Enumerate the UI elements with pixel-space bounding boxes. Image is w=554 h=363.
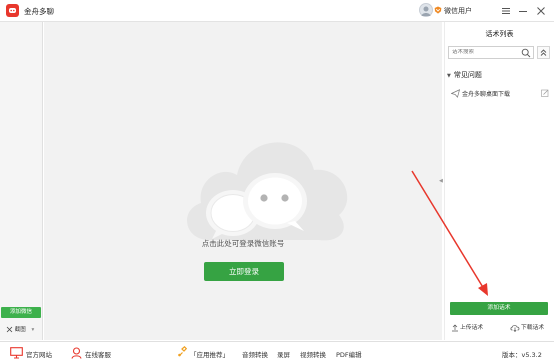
login-button[interactable]: 立即登录 (204, 262, 284, 281)
script-list-panel: 话术列表 ▼常见问题 金舟多聊桌面下载 添加话术 上传话术 下载话术 (445, 22, 554, 340)
screenshot-label: 截图 (14, 327, 26, 333)
cloud-chat-icon (187, 142, 348, 241)
search-icon[interactable] (521, 48, 531, 58)
online-support-link[interactable]: 在线客服 (85, 349, 111, 359)
add-wechat-button[interactable]: 添加微信 (1, 307, 41, 318)
menu-icon[interactable] (499, 4, 513, 18)
scissors-icon (6, 326, 13, 333)
collapse-all-button[interactable] (537, 46, 550, 59)
collapse-right-arrow-icon[interactable]: ◀ (439, 178, 443, 184)
vip-badge-icon (434, 6, 442, 14)
app-logo-icon (6, 4, 19, 17)
upload-script-button[interactable]: 上传话术 (451, 322, 483, 332)
script-search-input[interactable] (452, 49, 518, 55)
audio-convert-link[interactable]: 音频转换 (242, 349, 268, 359)
user-name[interactable]: 微信用户 (444, 6, 472, 16)
official-website-link[interactable]: 官方网站 (26, 349, 52, 359)
app-recommend-label: 「应用推荐」 (190, 351, 229, 359)
login-panel: 点击此处可登录微信账号 立即登录 (44, 22, 442, 340)
cloud-download-icon (510, 324, 520, 332)
user-avatar[interactable] (419, 3, 433, 17)
script-item-label: 金舟多聊桌面下载 (462, 91, 511, 98)
screenshot-button[interactable]: 截图 ▾ (6, 325, 34, 333)
title-bar: 金舟多聊 微信用户 (0, 0, 554, 22)
add-script-button[interactable]: 添加话术 (450, 302, 548, 315)
version-number: v5.3.2 (521, 351, 542, 359)
script-list-title: 话术列表 (485, 30, 514, 38)
script-search-box[interactable] (448, 46, 534, 59)
version-label: 版本： (502, 351, 522, 359)
account-list-panel (0, 22, 43, 340)
bottom-bar: 官方网站 在线客服 「应用推荐」 音频转换 录屏 视频转换 PDF编辑 版本：v… (0, 341, 554, 363)
video-convert-link[interactable]: 视频转换 (300, 349, 326, 359)
upload-label: 上传话术 (460, 325, 484, 331)
support-agent-icon (71, 347, 82, 359)
expand-arrow-icon: ▼ (447, 73, 451, 79)
send-icon[interactable] (451, 89, 460, 98)
version-text: 版本：v5.3.2 (502, 349, 542, 359)
close-icon[interactable] (534, 4, 548, 18)
pdf-edit-link[interactable]: PDF编辑 (336, 349, 362, 359)
upload-icon (452, 324, 458, 331)
monitor-icon (10, 347, 23, 359)
faq-group-header[interactable]: ▼ 常见问题 (447, 70, 482, 80)
login-hint[interactable]: 点击此处可登录微信账号 (44, 238, 442, 249)
minimize-icon[interactable] (516, 4, 530, 18)
faq-group-label: 常见问题 (453, 71, 482, 79)
app-title: 金舟多聊 (24, 7, 54, 16)
download-script-button[interactable]: 下载话术 (510, 322, 544, 332)
script-item[interactable]: 金舟多聊桌面下载 (445, 86, 554, 100)
screenshot-dropdown-icon[interactable]: ▾ (32, 327, 35, 333)
app-recommend-icon (178, 346, 187, 357)
double-chevron-up-icon (540, 49, 547, 56)
edit-icon[interactable] (541, 89, 549, 97)
screen-record-link[interactable]: 录屏 (277, 349, 290, 359)
download-label: 下载话术 (521, 325, 545, 331)
